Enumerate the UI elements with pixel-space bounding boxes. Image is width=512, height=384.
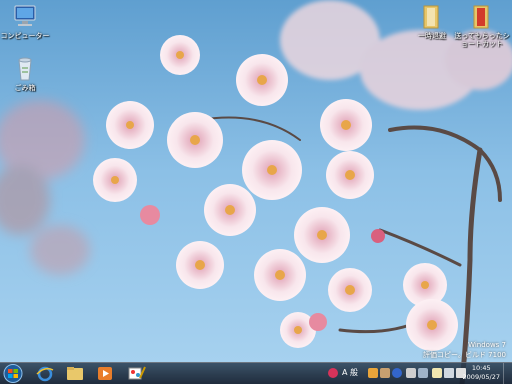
folder-icon <box>423 5 439 29</box>
computer-icon <box>14 5 36 26</box>
explorer-folder-icon[interactable] <box>63 364 87 383</box>
folder-icon <box>473 5 489 29</box>
desktop-icon-shortcut-folder[interactable]: 送ってもらったショートカット <box>452 4 512 48</box>
windows-logo-icon[interactable] <box>3 364 23 383</box>
clock-time: 10:45 <box>471 364 491 372</box>
internet-explorer-icon[interactable] <box>33 364 57 383</box>
watermark-build: 評価コピー。ビルド 7100 <box>423 351 506 359</box>
ime-kana-icon[interactable] <box>418 368 428 378</box>
desktop-icon-label: 送ってもらったショートカット <box>454 32 510 48</box>
ime-dictionary-icon[interactable] <box>368 368 378 378</box>
clock[interactable]: 10:45 2009/05/27 <box>463 364 500 382</box>
desktop-icon-computer[interactable]: コンピューター <box>0 4 55 40</box>
desktop-icon-label: ごみ箱 <box>14 84 36 92</box>
ime-mode[interactable]: A 般 <box>342 367 358 378</box>
recycle-bin-icon <box>18 57 32 81</box>
show-desktop-button[interactable] <box>503 363 512 384</box>
system-tray: A 般 10:45 2009/05/27 <box>322 363 512 384</box>
media-player-icon[interactable] <box>93 364 117 383</box>
paint-icon[interactable] <box>124 364 148 383</box>
clock-date: 2009/05/27 <box>462 373 500 381</box>
ime-tools-icon[interactable] <box>380 368 390 378</box>
watermark-version: Windows 7 <box>468 341 506 349</box>
network-icon[interactable] <box>444 368 454 378</box>
cherry-blossom-wallpaper <box>0 0 512 384</box>
ime-status-icon[interactable] <box>328 368 338 378</box>
action-center-flag-icon[interactable] <box>432 368 442 378</box>
windows-watermark: Windows 7 評価コピー。ビルド 7100 <box>423 340 506 360</box>
help-icon[interactable] <box>392 368 402 378</box>
taskbar: A 般 10:45 2009/05/27 <box>0 362 512 384</box>
ime-caps-icon[interactable] <box>406 368 416 378</box>
desktop-icon-recycle-bin[interactable]: ごみ箱 <box>0 56 55 92</box>
desktop-icon-label: コンピューター <box>0 32 50 40</box>
